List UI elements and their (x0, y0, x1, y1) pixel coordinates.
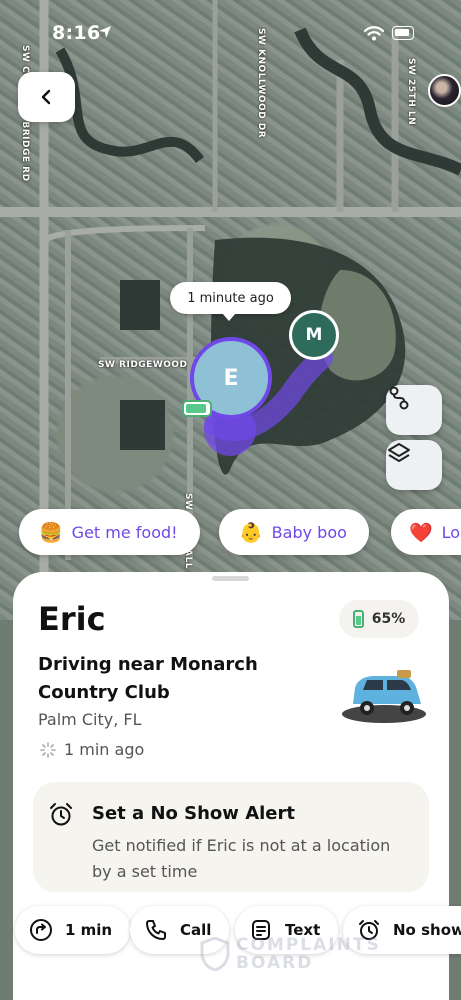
directions-icon (30, 919, 52, 941)
chip-label: Lo (441, 522, 461, 542)
chip-label: Baby boo (271, 522, 347, 542)
watermark-line2: BOARD (236, 953, 314, 973)
burger-icon: 🍔 (39, 521, 63, 544)
location-arrow-icon (99, 26, 111, 38)
watermark: COMPLAINTS BOARD (200, 936, 381, 972)
back-button[interactable] (18, 72, 75, 122)
phone-icon (146, 920, 166, 940)
layers-icon (388, 443, 410, 462)
chevron-left-icon (41, 89, 50, 105)
battery-icon (352, 610, 364, 628)
shield-icon (200, 937, 230, 971)
battery-badge: 65% (339, 600, 419, 638)
chip-label: Get me food! (71, 522, 178, 542)
alert-description: Get notified if Eric is not at a locatio… (92, 836, 391, 881)
action-label: 1 min (65, 921, 113, 939)
status-time: 8:16 (52, 22, 101, 44)
pin-battery-icon (182, 400, 212, 417)
watermark-line1: COMPLAINTS (236, 935, 381, 955)
member-name: Eric (38, 600, 106, 638)
alert-title: Set a No Show Alert (92, 803, 295, 824)
route-button[interactable] (386, 385, 442, 435)
last-updated-bubble: 1 minute ago (170, 282, 291, 321)
battery-percent: 65% (371, 611, 406, 627)
layers-button[interactable] (386, 440, 442, 490)
member-pin-m[interactable]: M (289, 310, 339, 360)
quick-chip-food[interactable]: 🍔 Get me food! (19, 509, 200, 555)
location-city: Palm City, FL (38, 710, 142, 729)
loading-spinner-icon (40, 741, 56, 758)
route-icon (389, 386, 409, 410)
avatar[interactable] (428, 74, 461, 107)
status-bar: 8:16 (0, 0, 461, 60)
last-updated-row: 1 min ago (40, 740, 144, 759)
activity-status: Driving near Monarch Country Club (38, 654, 258, 703)
directions-button[interactable]: 1 min (15, 906, 131, 954)
last-updated-text: 1 min ago (64, 740, 145, 759)
alarm-clock-icon (50, 803, 72, 826)
street-label: SW 25TH LN (406, 58, 416, 126)
quick-chip-love[interactable]: ❤️ Lo (391, 509, 461, 555)
device-battery-icon (392, 26, 414, 40)
drag-handle[interactable] (212, 576, 249, 581)
pin-initial: E (223, 365, 239, 391)
street-label: SW RIDGEWOOD (98, 360, 188, 370)
baby-icon: 👶 (239, 521, 263, 544)
pin-initial: M (305, 325, 323, 345)
quick-chip-baby[interactable]: 👶 Baby boo (219, 509, 369, 555)
car-icon (342, 670, 426, 723)
action-label: No show (393, 921, 461, 939)
heart-icon: ❤️ (409, 521, 433, 544)
wifi-icon (364, 26, 384, 41)
